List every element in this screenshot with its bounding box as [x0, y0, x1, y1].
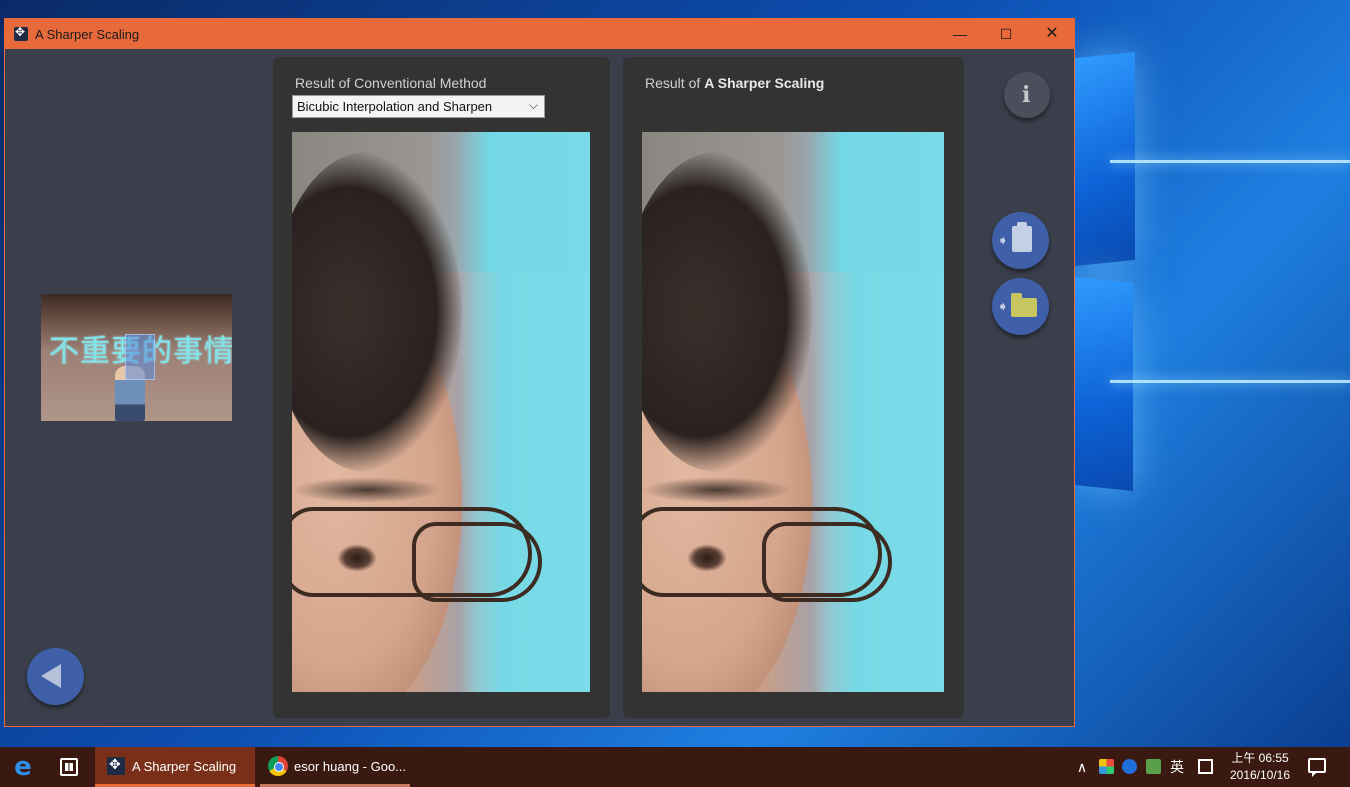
sharper-result-label-emphasis: A Sharper Scaling — [704, 75, 825, 91]
conventional-result-panel: Result of Conventional Method Bicubic In… — [273, 57, 610, 718]
tray-app-icon[interactable] — [1099, 759, 1114, 774]
maximize-button[interactable]: ☐ — [983, 19, 1029, 49]
conventional-result-label: Result of Conventional Method — [295, 75, 487, 91]
store-icon[interactable] — [46, 747, 92, 787]
copy-to-clipboard-button[interactable]: ➧ — [992, 212, 1049, 269]
wallpaper-window-pane — [1075, 51, 1135, 267]
chevron-down-icon: ⌵ — [528, 98, 538, 112]
info-button[interactable]: i — [1004, 72, 1050, 118]
taskbar: e A Sharper Scaling esor huang - Goo... … — [0, 747, 1350, 787]
input-method-indicator[interactable]: 英 — [1170, 747, 1184, 787]
clock-time: 上午 06:55 — [1231, 751, 1289, 765]
window-title: A Sharper Scaling — [35, 27, 140, 42]
folder-icon — [1011, 293, 1037, 317]
title-bar[interactable]: A Sharper Scaling — ☐ ✕ — [5, 19, 1074, 49]
taskbar-item-label: A Sharper Scaling — [132, 759, 237, 774]
app-window: A Sharper Scaling — ☐ ✕ 不重要的事情 Result of… — [4, 18, 1075, 727]
wallpaper-light-beam — [1110, 380, 1350, 383]
sharper-result-label: Result of A Sharper Scaling — [645, 75, 825, 91]
wallpaper-window-pane — [1075, 276, 1133, 492]
save-to-folder-button[interactable]: ➧ — [992, 278, 1049, 335]
keyboard-icon[interactable] — [1198, 759, 1213, 774]
clock-date: 2016/10/16 — [1229, 768, 1291, 782]
wallpaper-light-beam — [1110, 160, 1350, 163]
notification-center-icon[interactable] — [1308, 758, 1326, 777]
system-clock[interactable]: 上午 06:55 2016/10/16 — [1226, 750, 1294, 784]
method-select[interactable]: Bicubic Interpolation and Sharpen ⌵ — [292, 95, 545, 118]
taskbar-item-a-sharper-scaling[interactable]: A Sharper Scaling — [95, 747, 255, 787]
sharper-result-panel: Result of A Sharper Scaling — [623, 57, 964, 718]
taskbar-item-chrome[interactable]: esor huang - Goo... — [260, 747, 410, 787]
back-arrow-icon — [41, 664, 61, 688]
chrome-icon — [268, 756, 288, 776]
edge-browser-icon[interactable]: e — [0, 747, 46, 787]
sharper-result-image — [642, 132, 944, 692]
show-hidden-icons-chevron[interactable]: ∧ — [1073, 747, 1091, 787]
info-icon: i — [1022, 82, 1031, 108]
conventional-result-image — [292, 132, 590, 692]
method-select-value: Bicubic Interpolation and Sharpen — [297, 99, 493, 114]
app-icon — [107, 756, 125, 775]
arrow-right-icon: ➧ — [997, 298, 1009, 314]
back-button[interactable] — [27, 648, 84, 705]
app-icon — [14, 25, 28, 41]
clipboard-icon — [1012, 222, 1032, 252]
close-button[interactable]: ✕ — [1029, 19, 1075, 49]
arrow-right-icon: ➧ — [997, 232, 1009, 248]
selection-region[interactable] — [125, 334, 155, 380]
minimize-button[interactable]: — — [937, 19, 983, 49]
tray-security-icon[interactable] — [1146, 759, 1161, 774]
taskbar-item-label: esor huang - Goo... — [294, 759, 407, 774]
source-image-thumbnail[interactable]: 不重要的事情 — [41, 294, 232, 421]
tray-network-icon[interactable] — [1122, 759, 1137, 774]
